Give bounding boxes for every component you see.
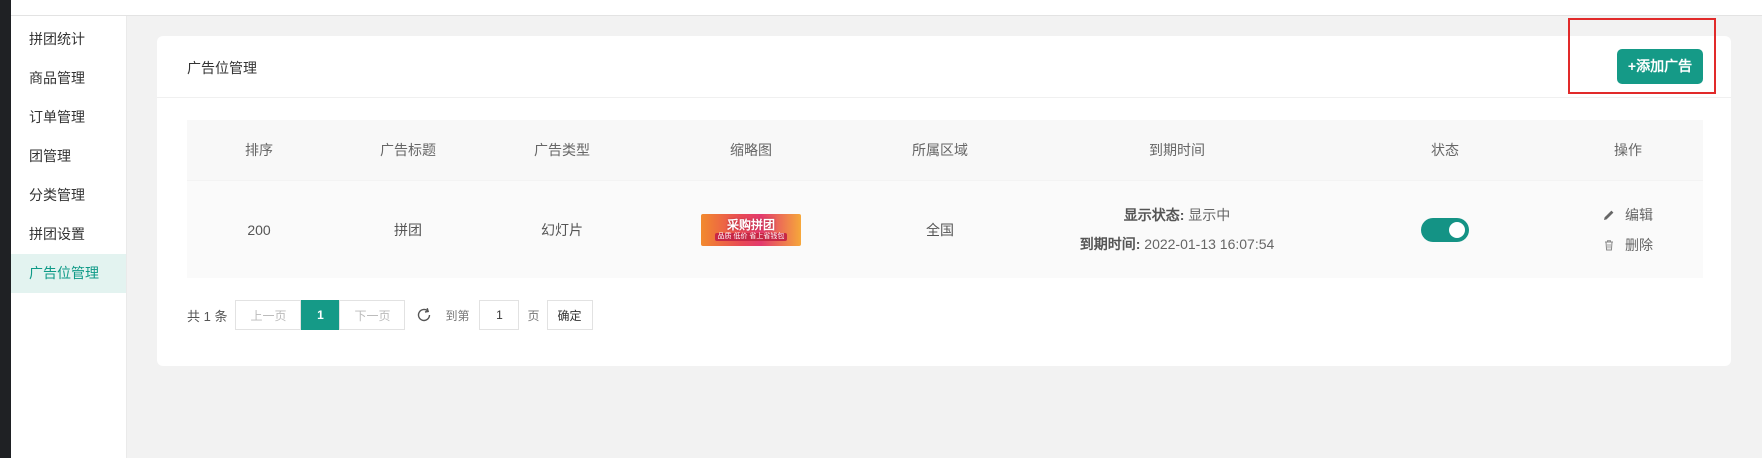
delete-label: 删除 [1625, 236, 1653, 253]
cell-thumbnail: 采购拼团 品质 低价 省上省钱包 [639, 181, 863, 278]
sidebar-item-groups[interactable]: 团管理 [11, 137, 126, 176]
column-header-sort: 排序 [245, 142, 273, 158]
table-header: 排序 广告标题 广告类型 缩略图 所属区域 到期时间 状态 操作 [187, 120, 1703, 180]
page-unit-label: 页 [527, 308, 540, 323]
pagination: 共 1 条 上一页 1 下一页 到第 页 确定 [187, 300, 593, 330]
sidebar-item-products[interactable]: 商品管理 [11, 59, 126, 98]
sidebar-item-group-stats[interactable]: 拼团统计 [11, 20, 126, 59]
ads-table: 排序 广告标题 广告类型 缩略图 所属区域 到期时间 状态 操作 200 拼团 … [187, 120, 1703, 278]
status-toggle[interactable] [1421, 217, 1469, 242]
sidebar-item-ad-management[interactable]: 广告位管理 [11, 254, 126, 293]
thumbnail-main-text: 采购拼团 [726, 218, 775, 232]
column-header-status: 状态 [1431, 142, 1459, 158]
column-header-type: 广告类型 [534, 142, 590, 158]
column-header-region: 所属区域 [912, 142, 968, 158]
confirm-goto-button[interactable]: 确定 [546, 300, 593, 330]
display-status-line: 显示状态: 显示中 [1124, 205, 1231, 225]
pagination-total: 共 1 条 [187, 308, 228, 324]
cell-status [1337, 181, 1553, 278]
edit-button[interactable]: 编辑 [1603, 205, 1653, 225]
ad-management-card: 广告位管理 +添加广告 排序 广告标题 广告类型 缩略图 所属区域 到期时间 状… [157, 36, 1731, 366]
display-status-label: 显示状态: [1123, 207, 1185, 223]
edit-label: 编辑 [1625, 206, 1653, 223]
sidebar-item-categories[interactable]: 分类管理 [11, 176, 126, 215]
sidebar-item-group-settings[interactable]: 拼团设置 [11, 215, 126, 254]
expire-time-line: 到期时间: 2022-01-13 16:07:54 [1080, 234, 1275, 254]
table-row: 200 拼团 幻灯片 采购拼团 品质 低价 省上省钱包 全国 显示状态: 显示中… [187, 180, 1703, 278]
add-ad-button[interactable]: +添加广告 [1617, 49, 1703, 84]
sidebar: 拼团统计 商品管理 订单管理 团管理 分类管理 拼团设置 广告位管理 [11, 16, 127, 458]
window-edge [0, 0, 11, 458]
delete-button[interactable]: 删除 [1603, 235, 1653, 255]
expire-time-label: 到期时间: [1079, 236, 1141, 252]
sidebar-item-orders[interactable]: 订单管理 [11, 98, 126, 137]
cell-sort: 200 [247, 221, 271, 238]
trash-icon [1605, 239, 1613, 250]
page-title: 广告位管理 [187, 60, 257, 76]
top-bar [11, 0, 1762, 16]
cell-region: 全国 [926, 221, 954, 238]
prev-page-button[interactable]: 上一页 [235, 300, 302, 330]
cell-type: 幻灯片 [541, 221, 583, 238]
goto-page-input[interactable] [479, 300, 520, 330]
current-page-button[interactable]: 1 [301, 300, 340, 330]
ad-thumbnail-image[interactable]: 采购拼团 品质 低价 省上省钱包 [701, 213, 801, 246]
toggle-knob [1449, 221, 1465, 238]
column-header-actions: 操作 [1614, 142, 1642, 158]
expire-time-value: 2022-01-13 16:07:54 [1144, 236, 1275, 252]
next-page-button[interactable]: 下一页 [339, 300, 406, 330]
column-header-expire: 到期时间 [1149, 142, 1205, 158]
pencil-icon [1604, 210, 1614, 220]
card-header: 广告位管理 +添加广告 [157, 36, 1731, 98]
column-header-thumbnail: 缩略图 [730, 142, 772, 158]
display-status-value: 显示中 [1188, 207, 1231, 223]
thumbnail-sub-text: 品质 低价 省上省钱包 [714, 233, 788, 241]
cell-expire: 显示状态: 显示中 到期时间: 2022-01-13 16:07:54 [1017, 181, 1337, 278]
cell-title: 拼团 [394, 221, 422, 238]
goto-label: 到第 [445, 308, 470, 323]
column-header-title: 广告标题 [380, 142, 436, 158]
cell-actions: 编辑 删除 [1553, 181, 1703, 278]
refresh-icon[interactable] [415, 306, 433, 324]
